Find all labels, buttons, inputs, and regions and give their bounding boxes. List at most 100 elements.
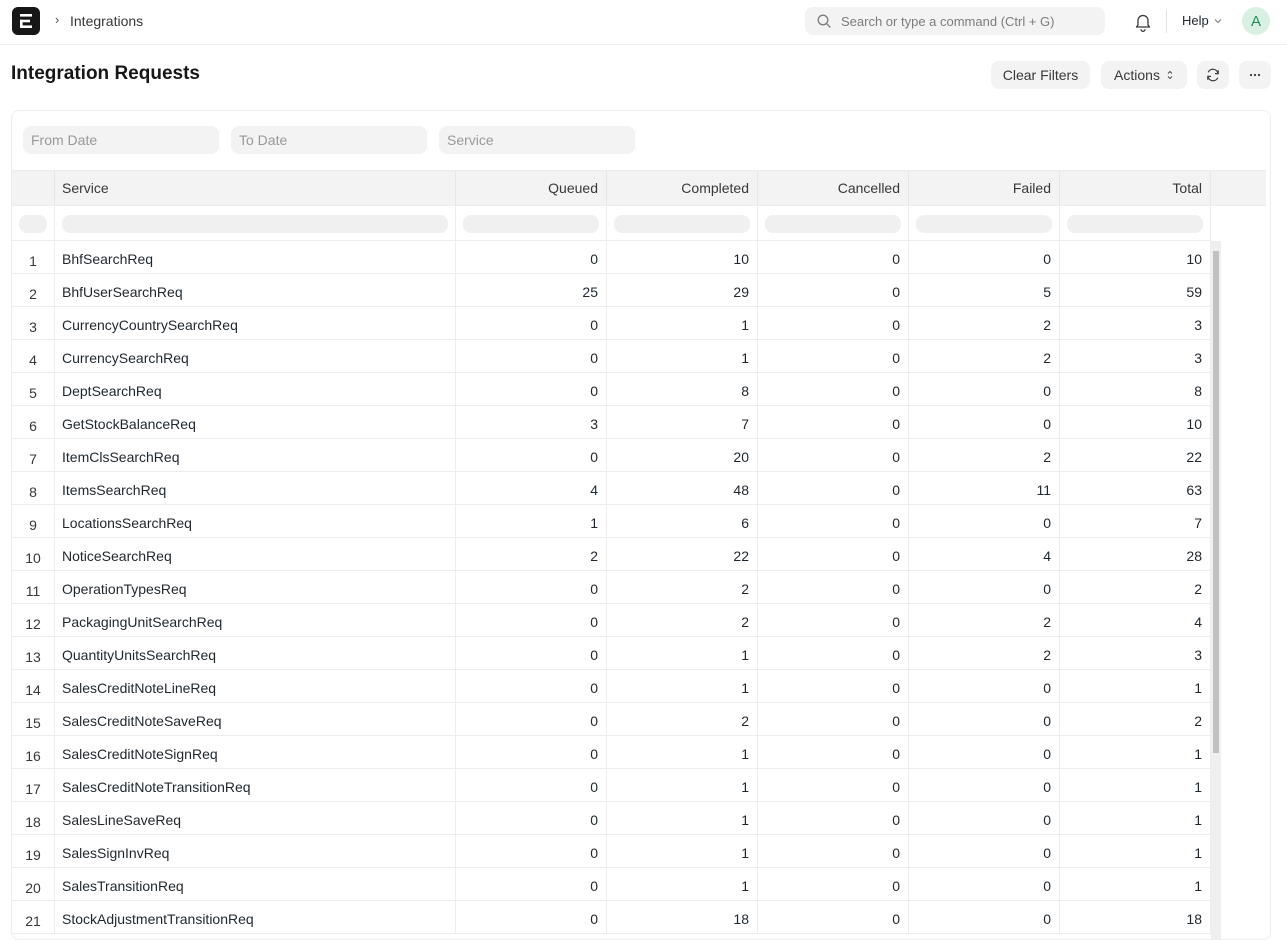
failed-cell[interactable]: 0 [909,835,1060,867]
app-logo[interactable] [12,7,40,35]
from-date-filter[interactable] [23,126,219,154]
total-cell[interactable]: 1 [1060,802,1211,834]
refresh-button[interactable] [1197,61,1229,89]
row-index[interactable]: 6 [12,406,55,438]
row-index[interactable]: 3 [12,307,55,339]
queued-cell[interactable]: 2 [456,538,607,570]
service-cell[interactable]: ItemClsSearchReq [55,439,456,471]
completed-cell[interactable]: 8 [607,373,758,405]
service-cell[interactable]: BhfUserSearchReq [55,274,456,306]
service-cell[interactable]: QuantityUnitsSearchReq [55,637,456,669]
failed-cell[interactable]: 2 [909,307,1060,339]
service-filter[interactable] [439,126,635,154]
header-total[interactable]: Total [1060,171,1211,205]
total-cell[interactable]: 3 [1060,637,1211,669]
row-index[interactable]: 15 [12,703,55,735]
queued-cell[interactable]: 0 [456,802,607,834]
failed-cell[interactable]: 11 [909,472,1060,504]
row-index[interactable]: 20 [12,868,55,900]
total-cell[interactable]: 28 [1060,538,1211,570]
table-row[interactable]: 17 SalesCreditNoteTransitionReq 0 1 0 0 1 [12,769,1211,802]
cancelled-cell[interactable]: 0 [758,670,909,702]
completed-cell[interactable]: 1 [607,307,758,339]
row-index[interactable]: 4 [12,340,55,372]
completed-cell[interactable]: 1 [607,637,758,669]
service-cell[interactable]: CurrencySearchReq [55,340,456,372]
service-cell[interactable]: SalesSignInvReq [55,835,456,867]
cancelled-cell[interactable]: 0 [758,637,909,669]
queued-cell[interactable]: 0 [456,703,607,735]
table-row[interactable]: 8 ItemsSearchReq 4 48 0 11 63 [12,472,1211,505]
table-scrollbar[interactable] [1211,241,1221,939]
total-cell[interactable]: 10 [1060,241,1211,273]
cancelled-cell[interactable]: 0 [758,901,909,933]
row-index[interactable]: 13 [12,637,55,669]
failed-cell[interactable]: 5 [909,274,1060,306]
queued-cell[interactable]: 0 [456,901,607,933]
total-cell[interactable]: 3 [1060,307,1211,339]
cancelled-cell[interactable]: 0 [758,769,909,801]
total-cell[interactable]: 7 [1060,505,1211,537]
total-cell[interactable]: 8 [1060,373,1211,405]
queued-cell[interactable]: 25 [456,274,607,306]
completed-cell[interactable]: 2 [607,571,758,603]
table-row[interactable]: 2 BhfUserSearchReq 25 29 0 5 59 [12,274,1211,307]
completed-cell[interactable]: 6 [607,505,758,537]
service-cell[interactable]: ItemsSearchReq [55,472,456,504]
failed-cell[interactable]: 0 [909,736,1060,768]
total-cell[interactable]: 2 [1060,571,1211,603]
total-cell[interactable]: 18 [1060,901,1211,933]
row-index[interactable]: 17 [12,769,55,801]
total-cell[interactable]: 1 [1060,670,1211,702]
completed-cell[interactable]: 1 [607,835,758,867]
failed-cell[interactable]: 0 [909,769,1060,801]
failed-cell[interactable]: 0 [909,406,1060,438]
row-index[interactable]: 9 [12,505,55,537]
completed-cell[interactable]: 20 [607,439,758,471]
row-index[interactable]: 21 [12,901,55,933]
queued-cell[interactable]: 0 [456,769,607,801]
failed-cell[interactable]: 0 [909,703,1060,735]
queued-cell[interactable]: 1 [456,505,607,537]
table-row[interactable]: 16 SalesCreditNoteSignReq 0 1 0 0 1 [12,736,1211,769]
service-cell[interactable]: SalesCreditNoteLineReq [55,670,456,702]
row-index[interactable]: 12 [12,604,55,636]
queued-cell[interactable]: 0 [456,571,607,603]
failed-cell[interactable]: 0 [909,670,1060,702]
cancelled-cell[interactable]: 0 [758,241,909,273]
completed-cell[interactable]: 2 [607,604,758,636]
service-cell[interactable]: OperationTypesReq [55,571,456,603]
queued-cell[interactable]: 4 [456,472,607,504]
completed-cell[interactable]: 7 [607,406,758,438]
search-input[interactable] [841,13,1091,29]
completed-cell[interactable]: 29 [607,274,758,306]
cancelled-cell[interactable]: 0 [758,604,909,636]
failed-cell[interactable]: 0 [909,571,1060,603]
queued-cell[interactable]: 0 [456,736,607,768]
failed-cell[interactable]: 0 [909,241,1060,273]
clear-filters-button[interactable]: Clear Filters [991,61,1090,89]
queued-cell[interactable]: 0 [456,868,607,900]
total-cell[interactable]: 1 [1060,769,1211,801]
service-cell[interactable]: BhfSearchReq [55,241,456,273]
table-row[interactable]: 10 NoticeSearchReq 2 22 0 4 28 [12,538,1211,571]
table-row[interactable]: 20 SalesTransitionReq 0 1 0 0 1 [12,868,1211,901]
table-row[interactable]: 13 QuantityUnitsSearchReq 0 1 0 2 3 [12,637,1211,670]
failed-cell[interactable]: 4 [909,538,1060,570]
row-index[interactable]: 1 [12,241,55,273]
completed-cell[interactable]: 1 [607,736,758,768]
failed-cell[interactable]: 2 [909,637,1060,669]
failed-cell[interactable]: 0 [909,868,1060,900]
breadcrumb-integrations[interactable]: Integrations [70,13,143,29]
service-cell[interactable]: NoticeSearchReq [55,538,456,570]
completed-column-filter[interactable] [614,215,750,233]
cancelled-cell[interactable]: 0 [758,868,909,900]
row-index[interactable]: 11 [12,571,55,603]
queued-cell[interactable]: 0 [456,307,607,339]
service-cell[interactable]: StockAdjustmentTransitionReq [55,901,456,933]
total-cell[interactable]: 4 [1060,604,1211,636]
help-dropdown[interactable]: Help [1182,13,1223,28]
cancelled-cell[interactable]: 0 [758,505,909,537]
row-index[interactable]: 19 [12,835,55,867]
service-cell[interactable]: SalesCreditNoteSaveReq [55,703,456,735]
